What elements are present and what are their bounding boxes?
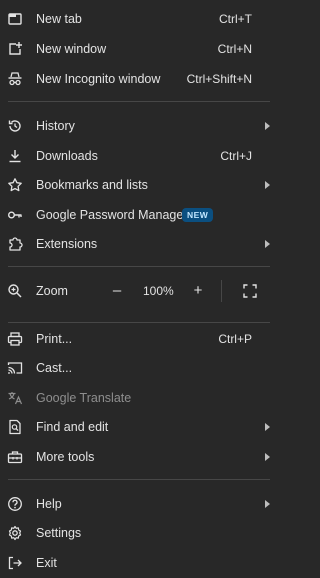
zoom-level: 100%: [143, 283, 174, 298]
toolbox-icon: [7, 449, 23, 465]
menu-item-zoom: Zoom – 100% +: [0, 276, 278, 305]
separator: [8, 322, 270, 323]
history-label: History: [36, 118, 75, 133]
password-manager-label: Google Password Manager: [36, 207, 188, 222]
new-window-label: New window: [36, 41, 107, 56]
print-shortcut: Ctrl+P: [218, 331, 252, 346]
submenu-arrow-icon: [265, 452, 270, 461]
cast-label: Cast...: [36, 360, 73, 375]
star-icon: [7, 177, 23, 193]
gear-icon: [7, 525, 23, 541]
submenu-arrow-icon: [265, 121, 270, 130]
fullscreen-icon[interactable]: [243, 283, 257, 298]
incognito-icon: [7, 71, 23, 87]
download-icon: [7, 148, 23, 164]
history-icon: [7, 118, 23, 134]
submenu-arrow-icon: [265, 239, 270, 248]
menu-item-extensions[interactable]: Extensions: [0, 229, 278, 258]
menu-item-new-window[interactable]: New window Ctrl+N: [0, 34, 278, 63]
key-icon: [7, 207, 23, 223]
menu-item-bookmarks[interactable]: Bookmarks and lists: [0, 170, 278, 199]
extensions-label: Extensions: [36, 236, 98, 251]
new-incognito-label: New Incognito window: [36, 71, 161, 86]
find-in-page-icon: [7, 419, 23, 435]
help-label: Help: [36, 496, 62, 511]
menu-item-password-manager[interactable]: Google Password Manager NEW: [0, 200, 278, 229]
find-edit-label: Find and edit: [36, 419, 109, 434]
menu-item-history[interactable]: History: [0, 111, 278, 140]
bookmarks-label: Bookmarks and lists: [36, 177, 148, 192]
menu-item-new-tab[interactable]: New tab Ctrl+T: [0, 4, 278, 33]
menu-item-find-edit[interactable]: Find and edit: [0, 412, 278, 441]
new-badge: NEW: [182, 207, 214, 222]
separator: [8, 479, 270, 480]
menu-item-translate: Google Translate: [0, 383, 278, 412]
more-tools-label: More tools: [36, 449, 95, 464]
menu-item-downloads[interactable]: Downloads Ctrl+J: [0, 141, 278, 170]
downloads-label: Downloads: [36, 148, 98, 163]
menu-item-exit[interactable]: Exit: [0, 548, 278, 577]
separator: [8, 101, 270, 102]
zoom-out-button[interactable]: –: [111, 282, 123, 299]
cast-icon: [7, 360, 23, 376]
separator: [8, 266, 270, 267]
zoom-in-button[interactable]: +: [192, 282, 204, 299]
puzzle-icon: [7, 236, 23, 252]
browser-main-menu: New tab Ctrl+T New window Ctrl+N New Inc…: [0, 0, 278, 578]
help-icon: [7, 496, 23, 512]
submenu-arrow-icon: [265, 422, 270, 431]
new-tab-label: New tab: [36, 11, 82, 26]
submenu-arrow-icon: [265, 180, 270, 189]
menu-item-cast[interactable]: Cast...: [0, 353, 278, 382]
menu-item-more-tools[interactable]: More tools: [0, 442, 278, 471]
new-tab-shortcut: Ctrl+T: [219, 11, 252, 26]
new-window-shortcut: Ctrl+N: [217, 41, 252, 56]
new-tab-icon: [7, 11, 23, 27]
exit-icon: [7, 555, 23, 571]
zoom-divider: [221, 280, 222, 302]
submenu-arrow-icon: [265, 499, 270, 508]
settings-label: Settings: [36, 525, 82, 540]
new-window-icon: [7, 41, 23, 57]
downloads-shortcut: Ctrl+J: [220, 148, 252, 163]
print-label: Print...: [36, 331, 73, 346]
zoom-label: Zoom: [36, 283, 68, 298]
translate-icon: [7, 390, 23, 406]
menu-item-help[interactable]: Help: [0, 489, 278, 518]
menu-item-new-incognito[interactable]: New Incognito window Ctrl+Shift+N: [0, 64, 278, 93]
zoom-icon: [7, 283, 23, 299]
translate-label: Google Translate: [36, 390, 132, 405]
menu-item-print[interactable]: Print... Ctrl+P: [0, 324, 278, 353]
menu-item-settings[interactable]: Settings: [0, 518, 278, 547]
exit-label: Exit: [36, 555, 57, 570]
printer-icon: [7, 331, 23, 347]
new-incognito-shortcut: Ctrl+Shift+N: [186, 71, 252, 86]
